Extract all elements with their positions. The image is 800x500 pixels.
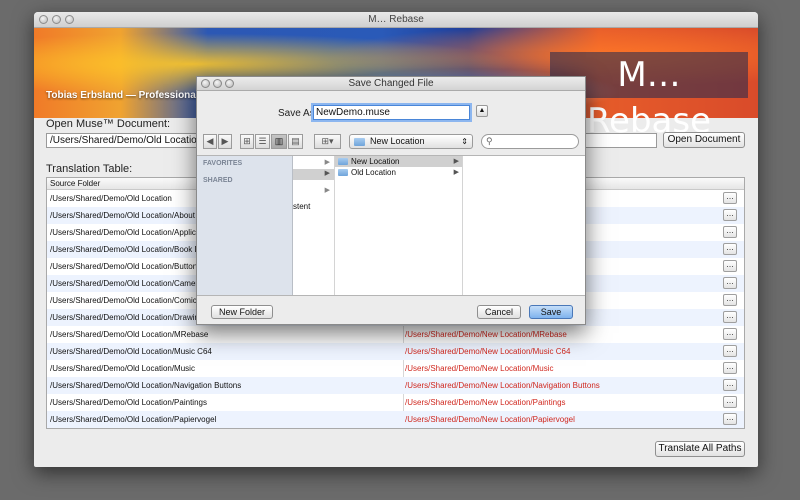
destination-folder-cell: /Users/Shared/Demo/New Location/Navigati… (405, 381, 600, 390)
window-titlebar[interactable]: M… Rebase (34, 12, 758, 28)
folder-item[interactable]: New Location ▶ (335, 156, 462, 167)
chevron-updown-icon: ⇕ (461, 137, 468, 146)
folder-icon (338, 169, 348, 176)
icon-view-icon: ⊞ (243, 136, 251, 146)
coverflow-icon: ▤ (291, 136, 300, 146)
search-icon: ⚲ (486, 136, 493, 146)
column-view-button[interactable]: ▥ (271, 134, 287, 149)
sidebar: FAVORITES SHARED (197, 156, 293, 295)
choose-folder-button[interactable]: … (723, 345, 737, 357)
list-view-button[interactable]: ☰ (255, 134, 270, 149)
search-field[interactable]: ⚲ (481, 134, 579, 149)
source-folder-cell: /Users/Shared/Demo/Old Location/Buttons (50, 262, 202, 271)
source-folder-cell: /Users/Shared/Demo/Old Location/Music (50, 364, 195, 373)
coverflow-view-button[interactable]: ▤ (288, 134, 303, 149)
source-folder-cell: /Users/Shared/Demo/Old Location/Drawing (50, 313, 204, 322)
icon-view-button[interactable]: ⊞ (240, 134, 254, 149)
source-folder-cell: /Users/Shared/Demo/Old Location/Navigati… (50, 381, 242, 390)
choose-folder-button[interactable]: … (723, 226, 737, 238)
source-folder-cell: /Users/Shared/Demo/Old Location/Music C6… (50, 347, 212, 356)
source-folder-cell: /Users/Shared/Demo/Old Location/About W (50, 211, 205, 220)
open-document-label: Open Muse™ Document: (46, 118, 171, 130)
selected-row-highlight: ▶ (293, 169, 334, 180)
translate-all-paths-button[interactable]: Translate All Paths (655, 441, 745, 457)
choose-folder-button[interactable]: … (723, 328, 737, 340)
destination-folder-cell: /Users/Shared/Demo/New Location/Painting… (405, 398, 566, 407)
source-folder-cell: /Users/Shared/Demo/Old Location/Painting… (50, 398, 207, 407)
table-row[interactable]: /Users/Shared/Demo/Old Location/Music/Us… (47, 360, 744, 377)
save-dialog: Save Changed File Save As: NewDemo.muse … (196, 76, 586, 325)
table-row[interactable]: /Users/Shared/Demo/Old Location/Papiervo… (47, 411, 744, 428)
folder-icon (354, 138, 365, 146)
folder-name: New Location (351, 157, 400, 166)
list-view-icon: ☰ (258, 136, 267, 146)
source-folder-cell: /Users/Shared/Demo/Old Location/Papiervo… (50, 415, 217, 424)
destination-folder-cell: /Users/Shared/Demo/New Location/MRebase (405, 330, 567, 339)
browser-column-2[interactable]: New Location ▶ Old Location ▶ (335, 156, 463, 295)
save-as-label: Save As: (278, 108, 318, 119)
choose-folder-button[interactable]: … (723, 311, 737, 323)
source-folder-cell: /Users/Shared/Demo/Old Location/Comics (50, 296, 201, 305)
destination-folder-cell: /Users/Shared/Demo/New Location/Music C6… (405, 347, 571, 356)
choose-folder-button[interactable]: … (723, 277, 737, 289)
sidebar-favorites-heading: FAVORITES (203, 160, 243, 167)
table-row[interactable]: /Users/Shared/Demo/Old Location/Painting… (47, 394, 744, 411)
save-button[interactable]: Save (529, 305, 573, 319)
table-row[interactable]: /Users/Shared/Demo/Old Location/MRebase /… (47, 326, 744, 343)
translation-table-label: Translation Table: (46, 163, 133, 175)
choose-folder-button[interactable]: … (723, 362, 737, 374)
choose-folder-button[interactable]: … (723, 294, 737, 306)
chevron-right-icon: ▶ (324, 187, 330, 194)
folder-item[interactable]: Old Location ▶ (335, 167, 462, 178)
zoom-window-button[interactable] (65, 15, 74, 24)
choose-folder-button[interactable]: … (723, 396, 737, 408)
choose-folder-button[interactable]: … (723, 413, 737, 425)
minimize-window-button[interactable] (52, 15, 61, 24)
choose-folder-button[interactable]: … (723, 209, 737, 221)
source-folder-cell: /Users/Shared/Demo/Old Location/MRebase (50, 330, 209, 339)
dialog-title: Save Changed File (348, 78, 434, 89)
folder-name: Old Location (351, 168, 396, 177)
source-folder-cell: /Users/Shared/Demo/Old Location (50, 194, 172, 203)
cancel-button[interactable]: Cancel (477, 305, 521, 319)
source-folder-cell: /Users/Shared/Demo/Old Location/Book DN (50, 245, 207, 254)
filename-input[interactable]: NewDemo.muse (313, 105, 470, 120)
chevron-right-icon: ▶ (453, 158, 459, 165)
dialog-minimize-button[interactable] (213, 79, 222, 88)
choose-folder-button[interactable]: … (723, 243, 737, 255)
open-document-button[interactable]: Open Document (663, 132, 745, 148)
location-popup-value: New Location (370, 136, 425, 146)
choose-folder-button[interactable]: … (723, 192, 737, 204)
file-browser: FAVORITES SHARED ▶ ▶ ▶ stent New Locatio… (197, 155, 585, 296)
dialog-close-button[interactable] (201, 79, 210, 88)
folder-icon (338, 158, 348, 165)
expand-dialog-button[interactable]: ▲ (476, 105, 488, 117)
chevron-right-icon: ▶ (324, 159, 330, 166)
back-button[interactable]: ◀ (203, 134, 217, 149)
location-popup[interactable]: New Location ⇕ (349, 134, 473, 149)
dialog-titlebar: Save Changed File (197, 77, 585, 91)
chevron-right-icon: ▶ (324, 170, 330, 177)
chevron-right-icon: ▶ (453, 169, 459, 176)
window-title: M… Rebase (368, 14, 424, 25)
arrange-menu-button[interactable]: ⊞▾ (314, 134, 341, 149)
dialog-zoom-button[interactable] (225, 79, 234, 88)
table-row[interactable]: /Users/Shared/Demo/Old Location/Navigati… (47, 377, 744, 394)
arrange-icon: ⊞▾ (321, 136, 334, 146)
destination-folder-cell: /Users/Shared/Demo/New Location/Papiervo… (405, 415, 575, 424)
source-folder-header[interactable]: Source Folder (50, 178, 100, 189)
source-folder-cell: /Users/Shared/Demo/Old Location/Applicat (50, 228, 203, 237)
forward-button[interactable]: ▶ (218, 134, 232, 149)
new-folder-button[interactable]: New Folder (211, 305, 273, 319)
table-row[interactable]: /Users/Shared/Demo/Old Location/Music C6… (47, 343, 744, 360)
destination-folder-cell: /Users/Shared/Demo/New Location/Music (405, 364, 554, 373)
column-view-icon: ▥ (274, 136, 284, 146)
sidebar-shared-heading: SHARED (203, 177, 233, 184)
close-window-button[interactable] (39, 15, 48, 24)
choose-folder-button[interactable]: … (723, 260, 737, 272)
browser-column-1[interactable]: ▶ ▶ ▶ stent (293, 156, 335, 295)
choose-folder-button[interactable]: … (723, 379, 737, 391)
truncated-item-label[interactable]: stent (293, 202, 310, 211)
source-folder-cell: /Users/Shared/Demo/Old Location/Camera (50, 279, 203, 288)
